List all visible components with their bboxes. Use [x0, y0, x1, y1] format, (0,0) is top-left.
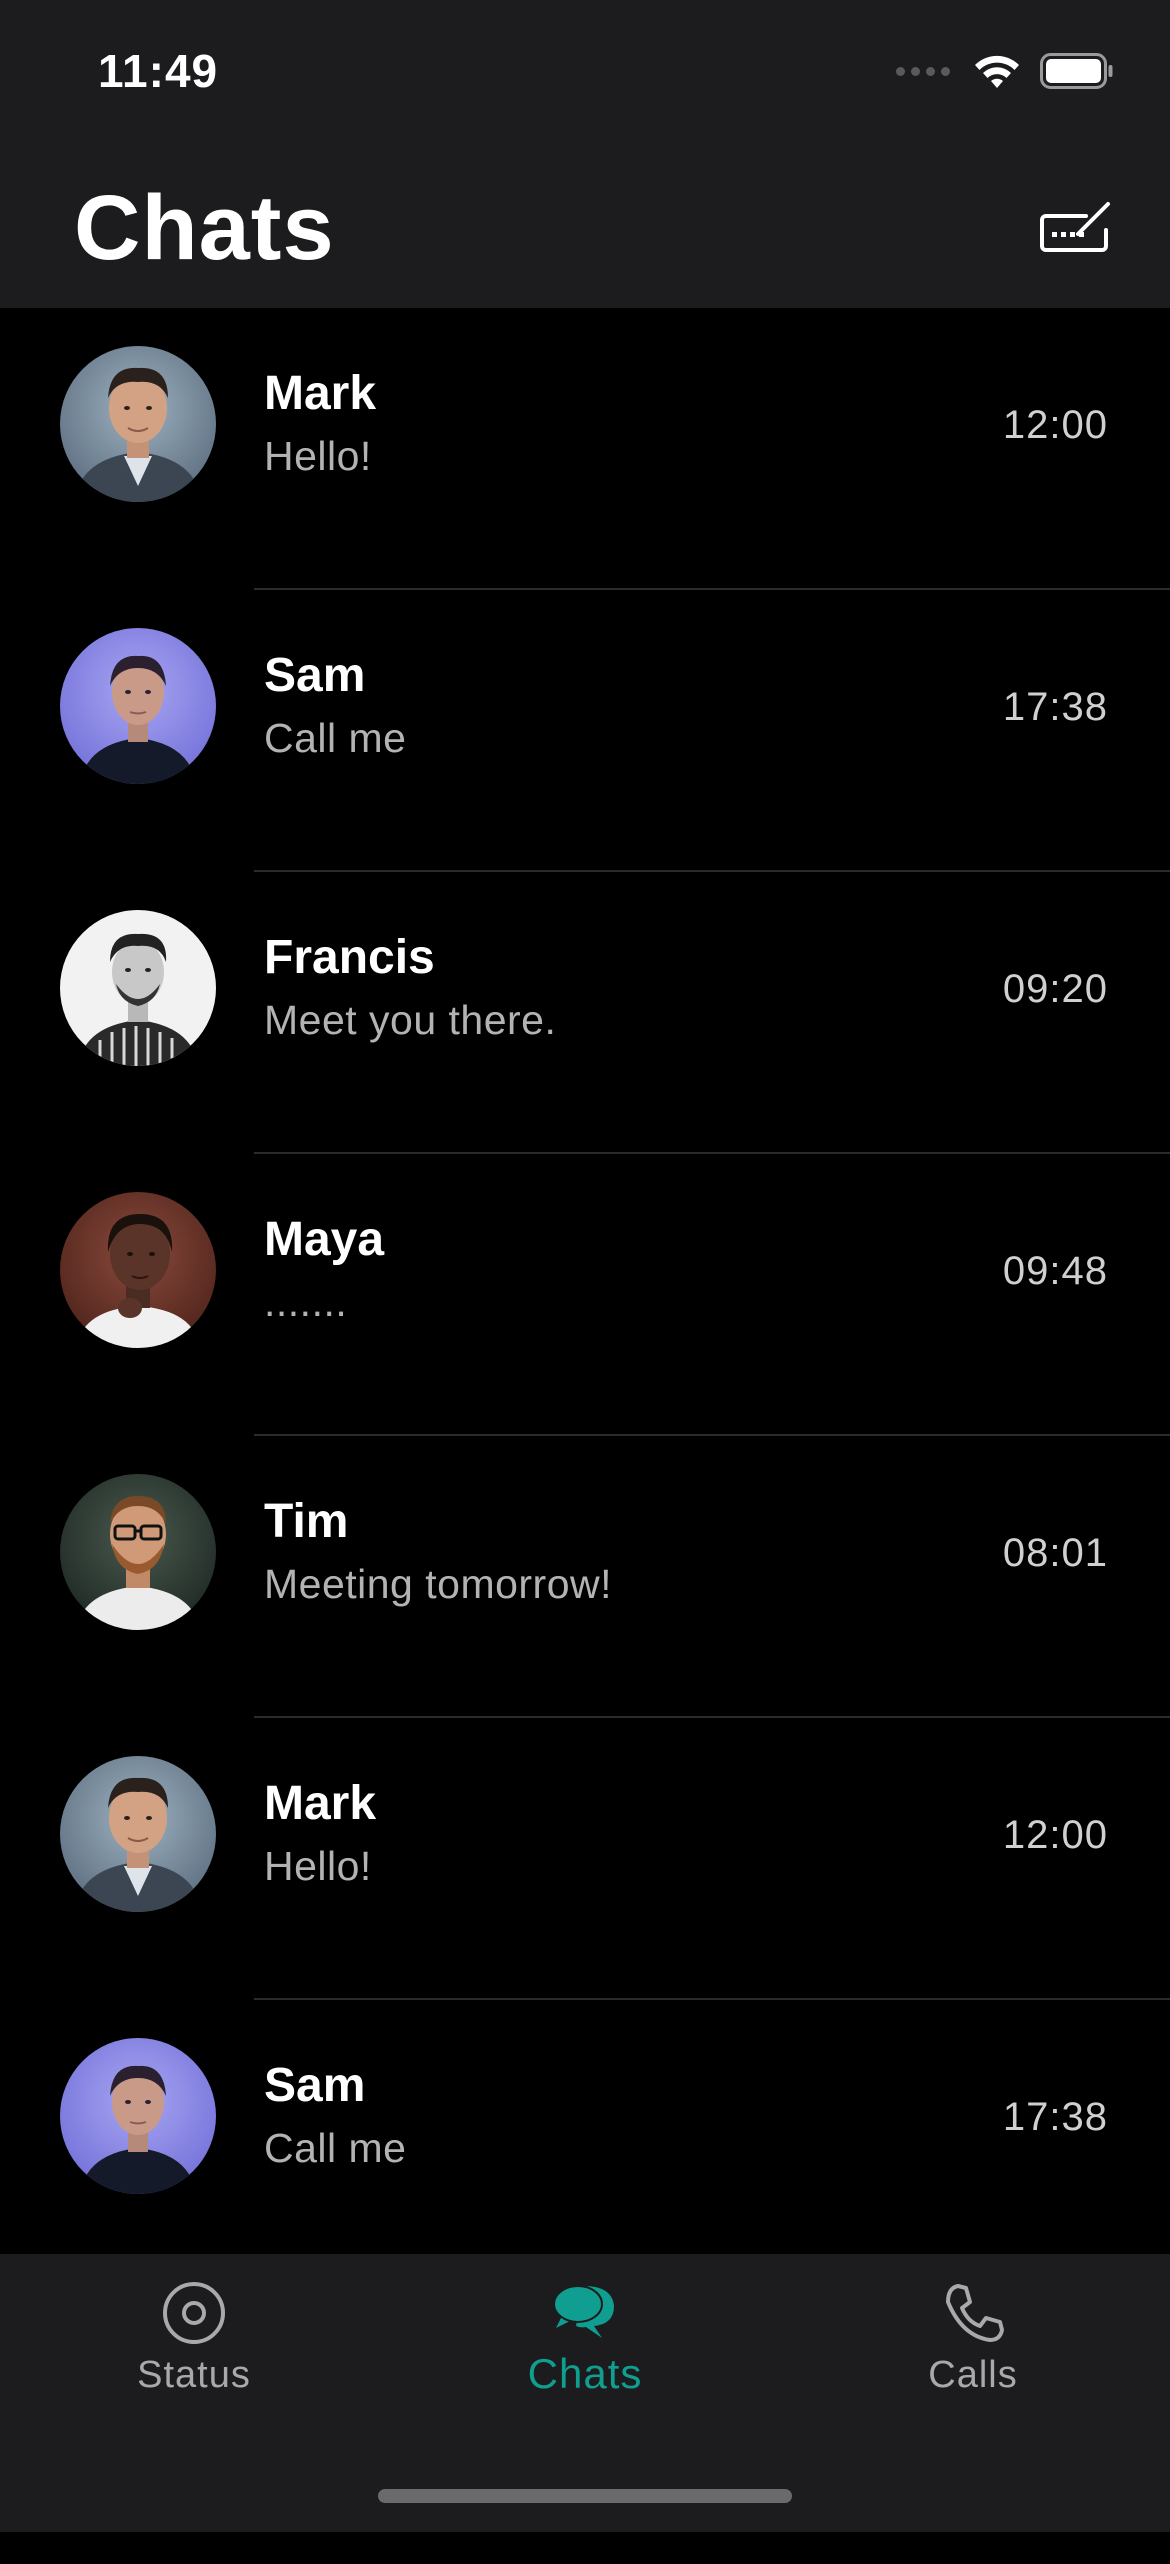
chat-row[interactable]: Maya ....... 09:48: [0, 1154, 1170, 1436]
tab-label: Status: [137, 2354, 251, 2396]
compose-icon: [1040, 202, 1110, 252]
message-time: 12:00: [1002, 1813, 1108, 1857]
message-time: 17:38: [1002, 685, 1108, 729]
tab-status[interactable]: Status: [64, 2280, 324, 2397]
avatar: [60, 346, 216, 502]
chat-list: Mark Hello! 12:00 Sam Call me 17:38 Fran…: [0, 308, 1170, 2564]
contact-name: Sam: [264, 2059, 366, 2112]
last-message: Hello!: [264, 1843, 372, 1889]
contact-name: Maya: [264, 1213, 385, 1266]
tab-chats[interactable]: Chats: [455, 2280, 715, 2398]
status-icon: [163, 2282, 225, 2344]
avatar: [60, 1756, 216, 1912]
page-title: Chats: [74, 177, 335, 279]
status-icons: [896, 52, 1114, 90]
last-message: Meet you there.: [264, 997, 557, 1043]
contact-name: Mark: [264, 367, 377, 420]
header: Chats: [0, 150, 1170, 308]
tab-label: Chats: [527, 2350, 643, 2397]
tab-calls[interactable]: Calls: [843, 2280, 1103, 2397]
chat-row[interactable]: Sam Call me 17:38: [0, 590, 1170, 872]
compose-button[interactable]: [1038, 200, 1114, 256]
home-indicator[interactable]: [378, 2489, 792, 2503]
signal-dots-icon: [896, 66, 950, 76]
contact-name: Tim: [264, 1495, 349, 1548]
phone-icon: [946, 2284, 1004, 2342]
contact-name: Mark: [264, 1777, 377, 1830]
status-time: 11:49: [98, 45, 219, 97]
battery-icon: [1040, 53, 1113, 89]
last-message: Call me: [264, 715, 407, 761]
avatar: [60, 1192, 216, 1348]
avatar: [60, 910, 216, 1066]
last-message: Meeting tomorrow!: [264, 1561, 613, 1607]
chat-row[interactable]: Mark Hello! 12:00: [0, 308, 1170, 590]
tab-bar: Status Chats Calls: [0, 2254, 1170, 2532]
chat-row[interactable]: Tim Meeting tomorrow! 08:01: [0, 1436, 1170, 1718]
chat-bubbles-icon: [553, 2285, 614, 2338]
chat-row[interactable]: Mark Hello! 12:00: [0, 1718, 1170, 2000]
message-time: 12:00: [1002, 403, 1108, 447]
message-time: 08:01: [1002, 1531, 1108, 1575]
last-message: Hello!: [264, 433, 372, 479]
last-message: Call me: [264, 2125, 407, 2171]
tab-label: Calls: [928, 2354, 1018, 2396]
message-time: 17:38: [1002, 2095, 1108, 2139]
message-time: 09:48: [1002, 1249, 1108, 1293]
avatar: [60, 1474, 216, 1630]
last-message: .......: [264, 1279, 348, 1325]
contact-name: Francis: [264, 931, 435, 984]
chat-row[interactable]: Francis Meet you there. 09:20: [0, 872, 1170, 1154]
avatar: [60, 628, 216, 784]
status-bar: 11:49: [0, 0, 1170, 150]
contact-name: Sam: [264, 649, 366, 702]
chat-row[interactable]: Sam Call me 17:38: [0, 2000, 1170, 2282]
avatar: [60, 2038, 216, 2194]
wifi-icon: [975, 55, 1019, 88]
message-time: 09:20: [1002, 967, 1108, 1011]
